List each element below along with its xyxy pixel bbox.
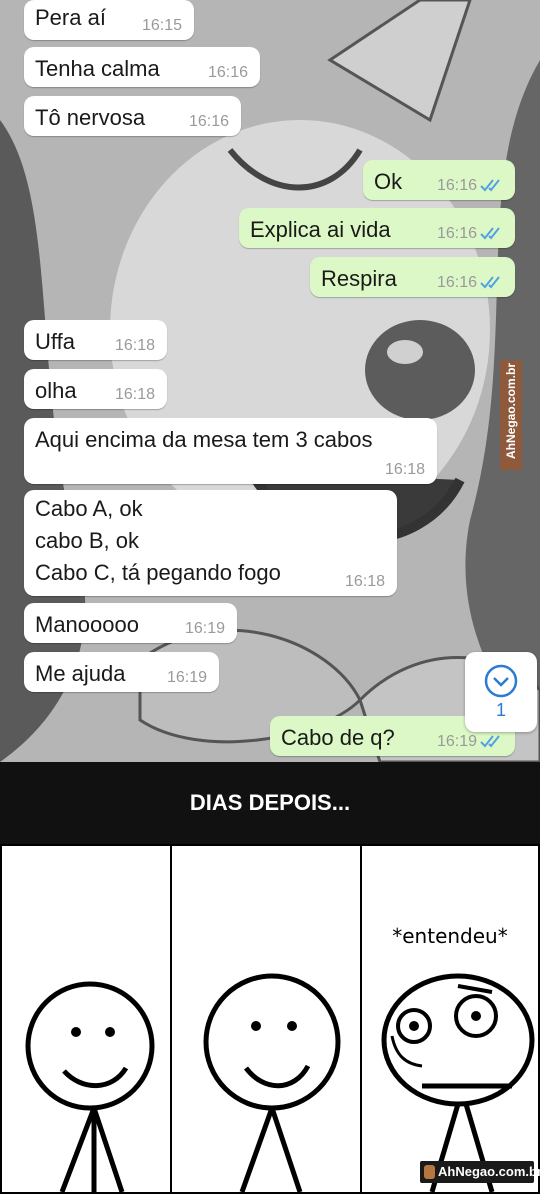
watermark-text: AhNegao.com.br <box>438 1164 540 1179</box>
stick-figure-smiling <box>203 973 341 1192</box>
stick-figure-realizing <box>381 973 535 1192</box>
title-banner: DIAS DEPOIS... <box>0 762 540 844</box>
message-text: Respira <box>321 266 397 291</box>
message-text: Tenha calma <box>35 56 160 81</box>
message-time: 16:16 <box>207 64 248 81</box>
message-bubble-in[interactable]: Me ajuda 16:19 <box>24 652 219 692</box>
message-bubble-in[interactable]: Manooooo 16:19 <box>24 603 237 643</box>
message-bubble-in[interactable]: Aqui encima da mesa tem 3 cabos 16:18 <box>24 418 437 484</box>
message-bubble-in[interactable]: Tô nervosa 16:16 <box>24 96 241 136</box>
read-receipt-icon <box>480 227 500 240</box>
message-bubble-in[interactable]: olha 16:18 <box>24 369 167 409</box>
message-bubble-in[interactable]: Tenha calma 16:16 <box>24 47 260 87</box>
read-receipt-icon <box>480 735 500 748</box>
message-time: 16:16 <box>436 274 477 291</box>
message-bubble-out[interactable]: Respira 16:16 <box>310 257 515 297</box>
read-receipt-icon <box>480 276 500 289</box>
message-text: Manooooo <box>35 612 139 637</box>
message-text: Uffa <box>35 329 75 354</box>
message-bubble-out[interactable]: Explica ai vida 16:16 <box>239 208 515 248</box>
message-text: Me ajuda <box>35 661 126 686</box>
message-bubble-in[interactable]: Uffa 16:18 <box>24 320 167 360</box>
message-text: Aqui encima da mesa tem 3 cabos <box>35 427 373 452</box>
message-bubble-in[interactable]: Cabo A, ok cabo B, ok Cabo C, tá pegando… <box>24 490 397 596</box>
message-text: Tô nervosa <box>35 105 146 130</box>
read-receipt-icon <box>480 179 500 192</box>
message-bubble-out[interactable]: Ok 16:16 <box>363 160 515 200</box>
message-time: 16:16 <box>436 177 477 194</box>
message-bubble-in[interactable]: Pera aí 16:15 <box>24 0 194 40</box>
banner-title: DIAS DEPOIS... <box>189 790 351 815</box>
message-time: 16:18 <box>384 461 425 478</box>
message-time: 16:19 <box>166 669 207 686</box>
message-time: 16:15 <box>141 17 182 34</box>
comic-panel-2 <box>170 844 362 1194</box>
site-watermark: AhNegao.com.br <box>500 360 522 470</box>
comic-strip: *entendeu* AhNegao.com.br <box>0 844 540 1197</box>
logo-icon <box>424 1165 435 1179</box>
chevron-down-icon <box>484 664 518 698</box>
chat-area[interactable]: Pera aí 16:15 Tenha calma 16:16 Tô nervo… <box>0 0 540 762</box>
comic-panel-1 <box>0 844 172 1194</box>
message-text: Pera aí <box>35 5 106 30</box>
message-text: Ok <box>374 169 403 194</box>
message-text: Cabo de q? <box>281 725 395 750</box>
scroll-to-bottom-button[interactable]: 1 <box>465 652 537 732</box>
watermark-text: AhNegao.com.br <box>504 363 518 460</box>
comic-panel-3: *entendeu* <box>360 844 540 1194</box>
message-time: 16:18 <box>114 386 155 403</box>
message-time: 16:19 <box>184 620 225 637</box>
message-text: Explica ai vida <box>250 217 391 242</box>
message-text: Cabo A, ok cabo B, ok Cabo C, tá pegando… <box>35 496 281 585</box>
message-time: 16:16 <box>188 113 229 130</box>
site-watermark-bottom: AhNegao.com.br <box>420 1161 540 1183</box>
message-text: olha <box>35 378 77 403</box>
stick-figure-smiling <box>25 981 155 1192</box>
unread-count: 1 <box>495 700 506 720</box>
message-time: 16:19 <box>436 733 477 750</box>
message-time: 16:18 <box>344 573 385 590</box>
message-time: 16:18 <box>114 337 155 354</box>
message-time: 16:16 <box>436 225 477 242</box>
